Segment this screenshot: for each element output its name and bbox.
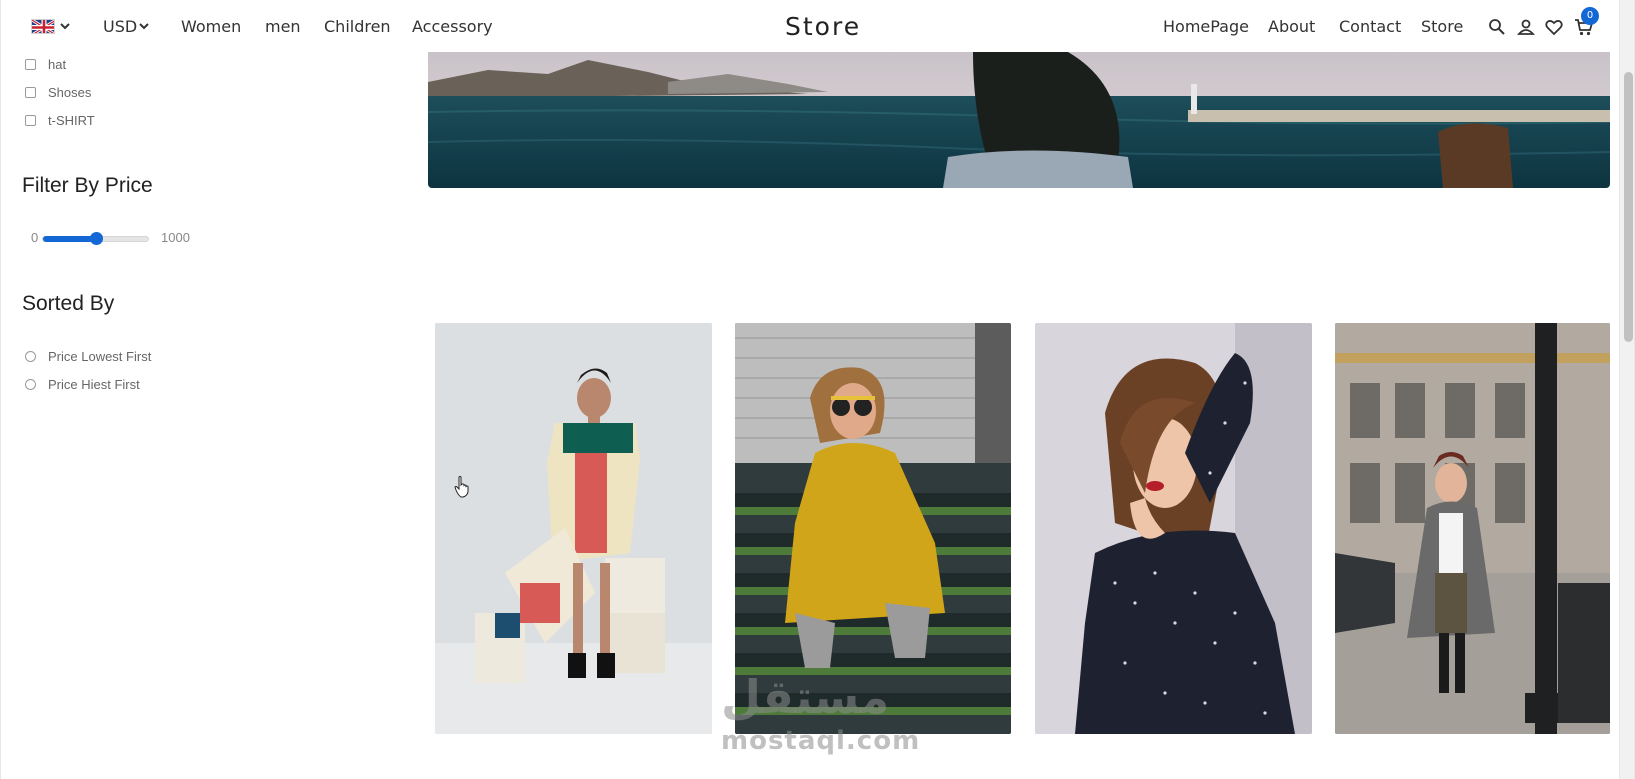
price-min-label: 0 (31, 230, 39, 245)
filter-sidebar: hat Shoses t-SHIRT Filter By Price 0 100… (1, 52, 401, 779)
radio-button[interactable] (25, 378, 36, 390)
user-icon[interactable] (1516, 17, 1536, 37)
nav-link-men[interactable]: men (265, 17, 301, 36)
price-max-label: 1000 (161, 230, 190, 245)
chevron-down-icon[interactable] (59, 20, 71, 32)
sort-option-highest[interactable]: Price Hiest First (25, 374, 140, 394)
price-range-handle[interactable] (89, 232, 103, 245)
product-card-image-4[interactable] (1335, 323, 1610, 734)
page-scrollbar[interactable] (1619, 0, 1634, 779)
cart-count-badge: 0 (1581, 7, 1599, 25)
hero-banner-image (428, 52, 1610, 188)
scrollbar-thumb[interactable] (1624, 72, 1633, 342)
category-label: hat (48, 56, 67, 72)
nav-link-homepage[interactable]: HomePage (1163, 17, 1249, 36)
heart-icon[interactable] (1544, 17, 1564, 37)
price-range-slider[interactable] (42, 232, 149, 245)
product-card-image-1[interactable] (435, 323, 712, 734)
top-navigation: USD Women men Children Accessory Store H… (1, 0, 1619, 52)
category-label: Shoses (48, 84, 92, 100)
sorted-by-heading: Sorted By (22, 292, 115, 315)
checkbox[interactable] (25, 114, 36, 126)
store-page: USD Women men Children Accessory Store H… (0, 0, 1635, 779)
category-label: t-SHIRT (48, 112, 95, 128)
search-icon[interactable] (1487, 17, 1507, 37)
nav-link-about[interactable]: About (1268, 17, 1315, 36)
product-card-image-2[interactable] (735, 323, 1011, 734)
checkbox[interactable] (25, 58, 36, 70)
nav-link-contact[interactable]: Contact (1339, 17, 1401, 36)
radio-button[interactable] (25, 350, 36, 362)
sort-option-label: Price Hiest First (48, 376, 140, 392)
sort-option-lowest[interactable]: Price Lowest First (25, 346, 151, 366)
filter-by-price-heading: Filter By Price (22, 174, 153, 197)
hand-cursor-icon (454, 476, 470, 498)
category-filter-shoses[interactable]: Shoses (25, 82, 91, 102)
nav-link-children[interactable]: Children (324, 17, 391, 36)
category-filter-tshirt[interactable]: t-SHIRT (25, 110, 95, 130)
product-card-image-3[interactable] (1035, 323, 1312, 734)
checkbox[interactable] (25, 86, 36, 98)
category-filter-hat[interactable]: hat (25, 54, 66, 74)
price-range-fill (43, 236, 96, 242)
currency-selector[interactable]: USD (103, 17, 137, 36)
sort-option-label: Price Lowest First (48, 348, 152, 364)
uk-flag-icon[interactable] (31, 19, 55, 34)
nav-link-store[interactable]: Store (1421, 17, 1463, 36)
chevron-down-icon[interactable] (138, 20, 150, 32)
brand-logo[interactable]: Store (785, 12, 861, 41)
nav-link-accessory[interactable]: Accessory (412, 17, 493, 36)
nav-link-women[interactable]: Women (181, 17, 241, 36)
